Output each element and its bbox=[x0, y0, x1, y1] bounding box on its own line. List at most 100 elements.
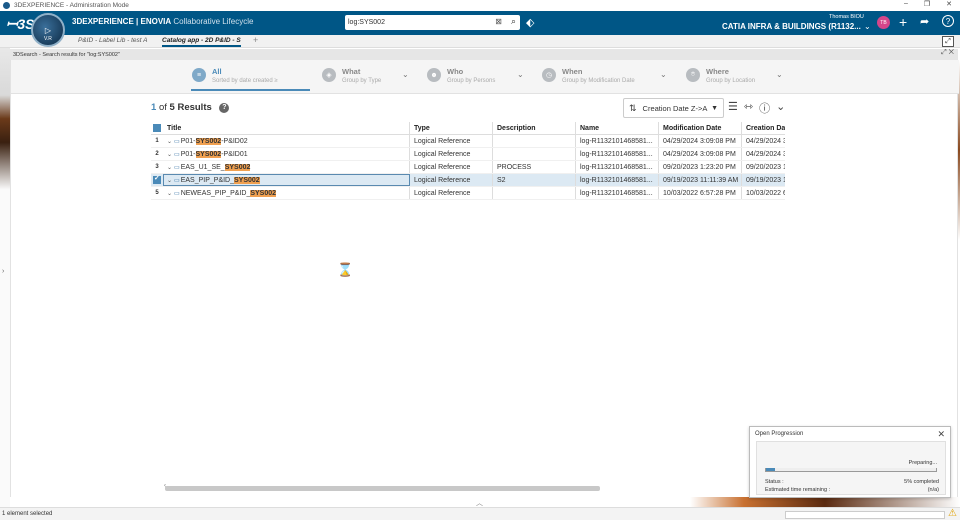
table-row[interactable]: 2 ⌄ ▭ P01- SYS002 -P&ID01 Logical Reference… bbox=[151, 148, 785, 161]
column-name[interactable]: Name bbox=[576, 122, 659, 134]
row-description bbox=[493, 187, 576, 199]
table-row[interactable]: 5 ⌄ ▭ NEWEAS_PIP_P&ID_ SYS002 Logical Refe… bbox=[151, 187, 785, 200]
row-title[interactable]: ⌄ ▭ EAS_PIP_P&ID_ SYS002 bbox=[163, 174, 410, 186]
compass-icon[interactable]: ▷ V.R bbox=[31, 13, 65, 47]
row-number: 1 bbox=[155, 138, 159, 144]
row-number: 5 bbox=[155, 190, 159, 196]
add-tab-icon[interactable]: + bbox=[253, 35, 258, 45]
chevron-down-icon[interactable]: ⌄ bbox=[776, 100, 785, 116]
chevron-down-icon[interactable]: ⌄ bbox=[864, 22, 871, 31]
background-bottom bbox=[690, 497, 960, 507]
title-prefix: NEWEAS_PIP_P&ID_ bbox=[180, 189, 251, 197]
panel-controls[interactable]: ⤢ ✕ bbox=[941, 49, 954, 57]
row-title[interactable]: ⌄ ▭ P01- SYS002 -P&ID01 bbox=[163, 148, 410, 160]
avatar[interactable]: TB bbox=[877, 16, 890, 29]
clear-search-icon[interactable]: ⊠ bbox=[495, 17, 502, 26]
title-suffix: -P&ID02 bbox=[221, 137, 248, 145]
compass-version: V.R bbox=[44, 36, 52, 42]
results-table: Title Type Description Name Modification… bbox=[151, 122, 785, 200]
top-bar: ꟷ3S 3DEXPERIENCE | ENOVIA Collaborative … bbox=[0, 11, 960, 35]
title-match: SYS002 bbox=[250, 189, 277, 197]
chevron-down-icon[interactable]: ⌄ bbox=[167, 138, 172, 145]
search-input[interactable]: log:SYS002 ⊠ ⌕ bbox=[345, 15, 520, 30]
row-title[interactable]: ⌄ ▭ NEWEAS_PIP_P&ID_ SYS002 bbox=[163, 187, 410, 199]
sort-dropdown[interactable]: ⇅ Creation Date Z->A ▼ bbox=[623, 98, 724, 118]
facet-subtitle: Group by Location bbox=[706, 78, 756, 84]
window-title: 3DEXPERIENCE - Administration Mode bbox=[14, 2, 129, 9]
progress-bar-fill bbox=[766, 468, 775, 471]
table-header: Title Type Description Name Modification… bbox=[151, 122, 785, 135]
tab-bar: P&ID - Label Lib - test A Catalog app - … bbox=[0, 35, 960, 48]
chevron-down-icon[interactable]: ⌄ bbox=[167, 151, 172, 158]
progress-body: Preparing... Status : 5% completed Estim… bbox=[756, 441, 946, 495]
fit-columns-icon[interactable]: ⇿ bbox=[744, 100, 753, 116]
column-title[interactable]: Title bbox=[163, 122, 410, 134]
row-name: log-R1132101468581... bbox=[576, 174, 659, 186]
list-view-icon[interactable]: ☰ bbox=[728, 100, 738, 116]
row-type: Logical Reference bbox=[410, 174, 493, 186]
column-type[interactable]: Type bbox=[410, 122, 493, 134]
table-row[interactable]: 3 ⌄ ▭ EAS_U1_SE_ SYS002 Logical Reference … bbox=[151, 161, 785, 174]
app-logo-icon bbox=[3, 2, 10, 9]
help-icon[interactable]: ? bbox=[942, 15, 954, 27]
row-checkbox[interactable] bbox=[153, 174, 161, 184]
row-title[interactable]: ⌄ ▭ P01- SYS002 -P&ID02 bbox=[163, 135, 410, 147]
facet-who[interactable]: ☻ Who Group by Persons ⌄ bbox=[427, 67, 524, 84]
row-created: 10/03/2022 6 bbox=[746, 189, 785, 197]
expand-left-panel-icon[interactable]: › bbox=[2, 268, 4, 275]
minimize-button[interactable]: – bbox=[904, 0, 908, 8]
warning-icon[interactable]: ⚠ bbox=[948, 508, 957, 519]
chevron-down-icon[interactable]: ⌄ bbox=[660, 70, 667, 79]
status-field[interactable] bbox=[785, 511, 945, 519]
eta-label: Estimated time remaining : bbox=[765, 487, 831, 493]
info-icon[interactable]: ⓘ bbox=[759, 100, 770, 116]
hourglass-icon: ⌛ bbox=[337, 262, 354, 277]
chevron-down-icon[interactable]: ⌄ bbox=[517, 70, 524, 79]
chevron-down-icon[interactable]: ⌄ bbox=[167, 164, 172, 171]
table-row[interactable]: 1 ⌄ ▭ P01- SYS002 -P&ID02 Logical Reference… bbox=[151, 135, 785, 148]
platform-name[interactable]: CATIA INFRA & BUILDINGS (R1132... bbox=[722, 22, 861, 31]
chevron-down-icon[interactable]: ⌄ bbox=[402, 70, 409, 79]
row-description bbox=[493, 148, 576, 160]
facet-title: When bbox=[562, 67, 583, 76]
close-window-button[interactable]: ✕ bbox=[946, 0, 952, 8]
facet-where[interactable]: ⌾ Where Group by Location ⌄ bbox=[686, 67, 783, 84]
plus-icon[interactable]: + bbox=[899, 14, 907, 30]
search-icon[interactable]: ⌕ bbox=[511, 16, 516, 27]
caret-down-icon: ▼ bbox=[711, 104, 718, 112]
horizontal-scrollbar[interactable] bbox=[165, 486, 600, 491]
facet-all[interactable]: ≡ All Sorted by date created ≥ bbox=[192, 67, 278, 84]
row-created: 09/19/2023 1 bbox=[746, 176, 785, 184]
row-modified: 04/29/2024 3:09:08 PM bbox=[659, 148, 742, 160]
maximize-button[interactable]: ❐ bbox=[924, 0, 930, 8]
close-icon[interactable]: ✕ bbox=[937, 429, 945, 440]
help-icon[interactable]: ? bbox=[219, 103, 230, 113]
clock-icon: ◷ bbox=[542, 68, 556, 82]
column-creation-date[interactable]: Creation Da bbox=[742, 122, 785, 134]
status-bar: 1 element selected ⚠ bbox=[0, 507, 960, 520]
facet-title: What bbox=[342, 67, 361, 76]
chevron-down-icon[interactable]: ⌄ bbox=[167, 190, 172, 197]
facet-when[interactable]: ◷ When Group by Modification Date ⌄ bbox=[542, 67, 667, 84]
tab-catalog-app[interactable]: Catalog app - 2D P&ID - S bbox=[162, 37, 241, 47]
chevron-down-icon[interactable]: ⌄ bbox=[776, 70, 783, 79]
results-total: 5 bbox=[169, 102, 175, 113]
select-all-checkbox[interactable] bbox=[153, 124, 161, 132]
title-match: SYS002 bbox=[224, 163, 251, 171]
expand-icon[interactable]: ⤢ bbox=[942, 36, 954, 47]
tab-label-lib[interactable]: P&ID - Label Lib - test A bbox=[78, 37, 148, 44]
column-modification-date[interactable]: Modification Date bbox=[659, 122, 742, 134]
sort-icon: ⇅ bbox=[629, 102, 637, 113]
table-row-selected[interactable]: ⌄▭ EAS_PIP_P&ID_SYS002 Logical Reference… bbox=[151, 174, 785, 187]
chevron-down-icon[interactable]: ⌄ bbox=[167, 177, 172, 184]
window-controls: – ❐ ✕ bbox=[904, 0, 952, 8]
column-description[interactable]: Description bbox=[493, 122, 576, 134]
row-title[interactable]: ⌄ ▭ EAS_U1_SE_ SYS002 bbox=[163, 161, 410, 173]
tag-icon[interactable]: ⬖ bbox=[526, 16, 534, 29]
row-modified: 09/20/2023 1:23:20 PM bbox=[659, 161, 742, 173]
share-icon[interactable]: ➦ bbox=[920, 15, 929, 28]
facet-what[interactable]: ◈ What Group by Type ⌄ bbox=[322, 67, 409, 84]
row-created: 04/29/2024 3 bbox=[746, 137, 785, 145]
open-progression-dialog: Open Progression ✕ Preparing... Status :… bbox=[749, 426, 951, 498]
dialog-title: Open Progression bbox=[755, 431, 804, 437]
